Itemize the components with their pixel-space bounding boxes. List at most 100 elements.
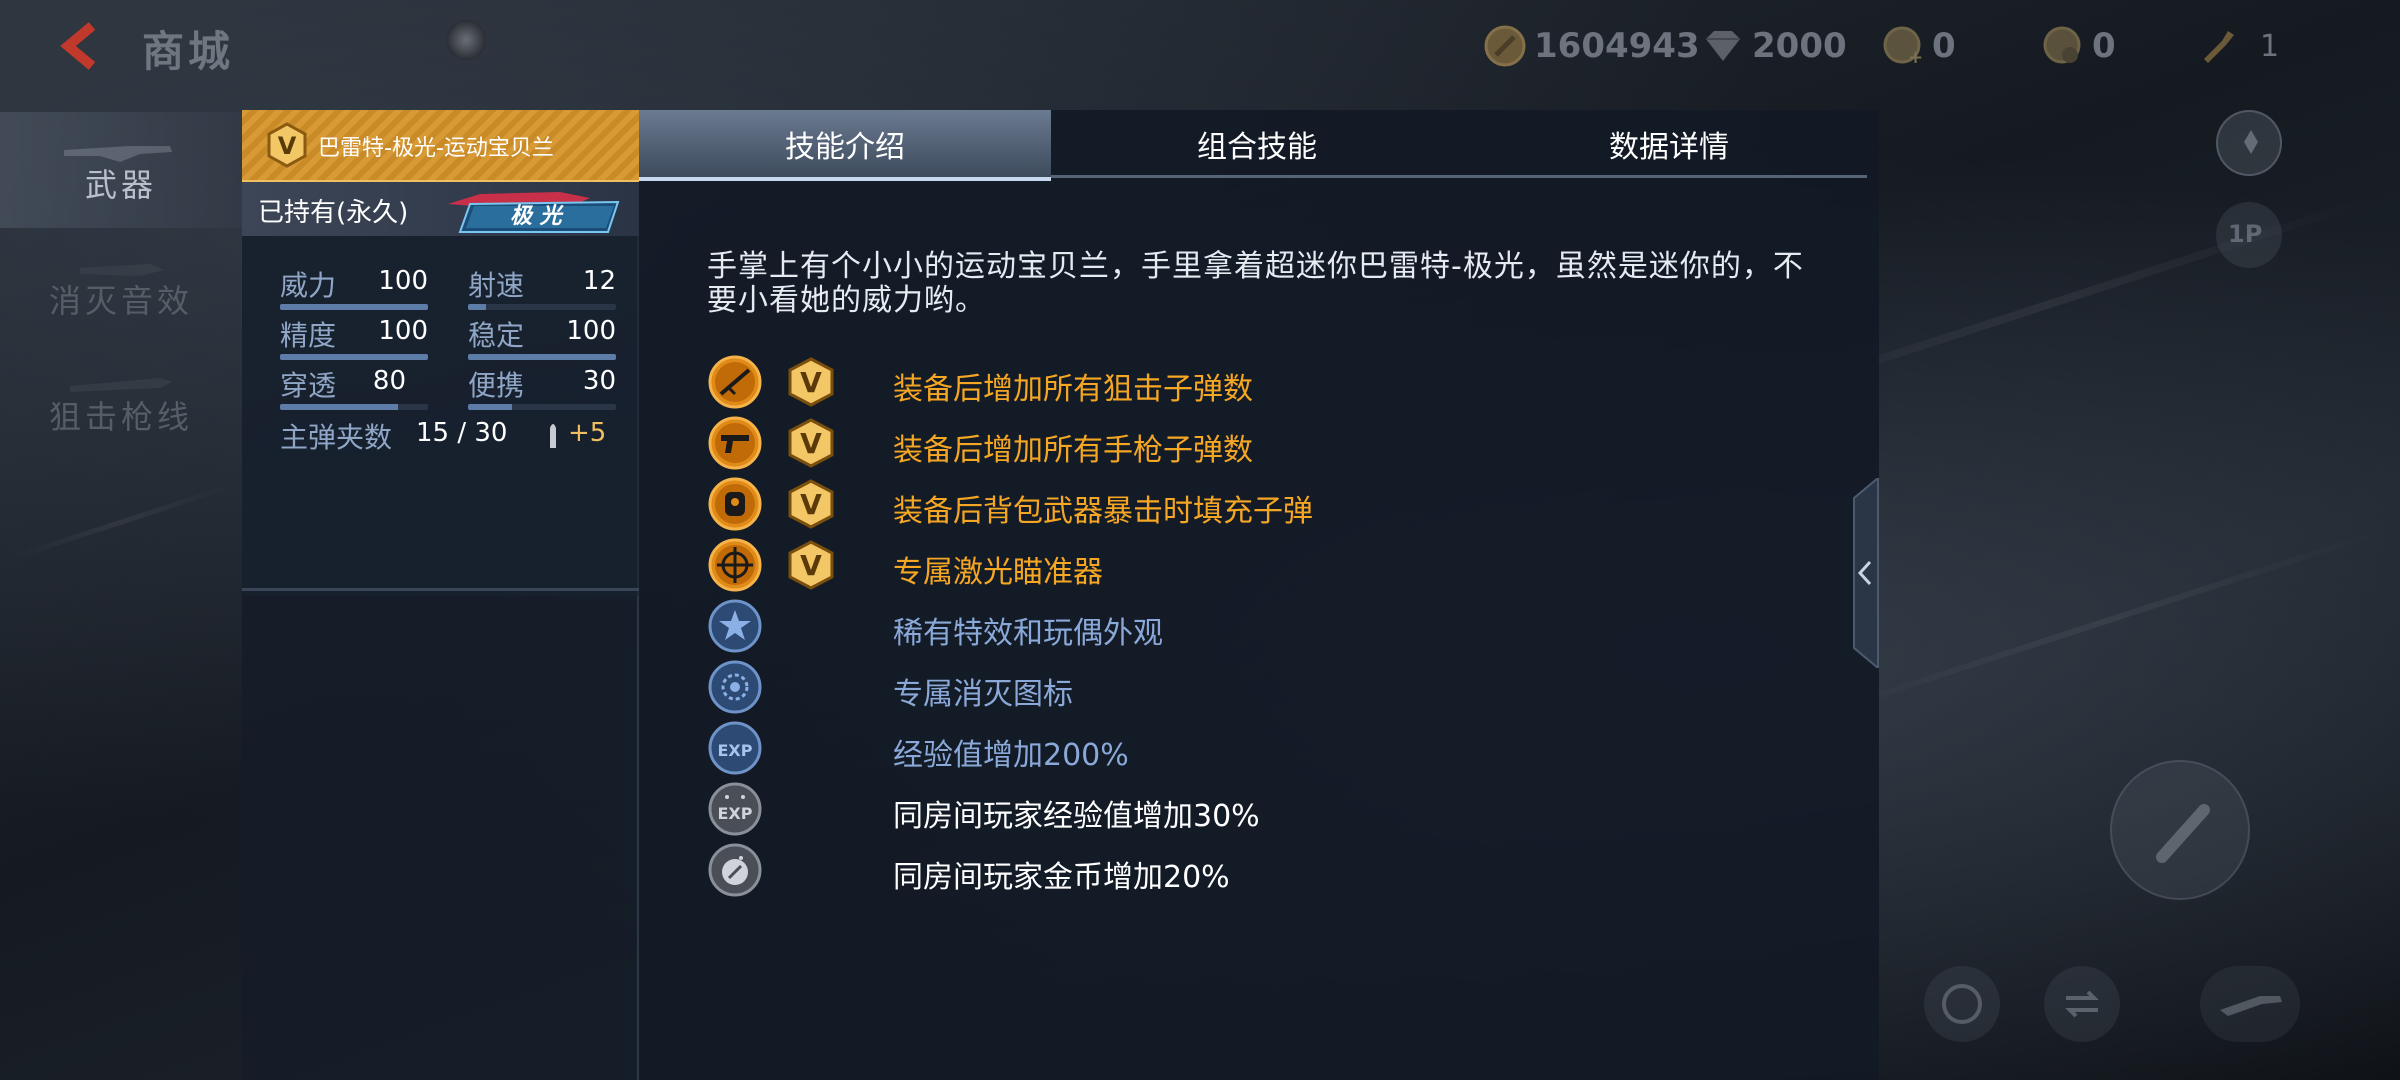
skill-row: 稀有特效和玩偶外观 — [707, 598, 1807, 656]
skill-text: 经验值增加200% — [893, 738, 1129, 773]
stat-accuracy: 精度 100 — [280, 314, 428, 364]
back-arrow-icon — [60, 22, 96, 70]
svg-text:V: V — [278, 132, 297, 160]
tab-label: 数据详情 — [1609, 130, 1729, 165]
weapon-stats: 威力 100 射速 12 精度 100 稳定 100 穿透 80 便携 30 主… — [242, 236, 639, 596]
menu-item-kill-sound[interactable]: 消灭音效 — [0, 228, 242, 344]
stat-bar-fill — [280, 354, 428, 360]
top-bar: 商城 1604943 2000 + 0 0 1 — [0, 0, 2400, 92]
vip-v-icon: V — [788, 357, 834, 407]
vip-v-icon: V — [267, 122, 307, 168]
svg-text:V: V — [800, 427, 822, 460]
svg-text:V: V — [800, 488, 822, 521]
stat-bar-fill — [468, 304, 486, 310]
stat-bar-fill — [468, 404, 513, 410]
page-title: 商城 — [142, 27, 235, 76]
kill-mark-icon — [708, 660, 762, 714]
currency-horn[interactable]: 1 — [2196, 22, 2279, 70]
stat-bar-fill — [280, 304, 428, 310]
rifle-silhouette-icon — [64, 146, 172, 162]
stat-portability: 便携 30 — [468, 364, 616, 414]
gold-amount: 1604943 — [1534, 26, 1700, 66]
stat-bar — [468, 354, 616, 360]
background-streak — [5, 483, 235, 562]
stat-label: 便携 — [468, 369, 525, 402]
skill-row: EXP 经验值增加200% — [707, 720, 1807, 778]
svg-text:V: V — [800, 366, 822, 399]
stat-value: 100 — [378, 316, 428, 346]
medal-icon — [2043, 26, 2081, 64]
svg-text:V: V — [800, 549, 822, 582]
first-person-button[interactable]: 1P — [2216, 202, 2282, 268]
stat-bar-fill — [468, 354, 616, 360]
stat-value: 100 — [566, 316, 616, 346]
menu-item-sniper-line[interactable]: 狙击枪线 — [0, 344, 242, 460]
kill-sound-icon — [80, 264, 164, 276]
exp-icon: EXP — [708, 721, 762, 775]
stat-value: 80 — [372, 366, 406, 396]
tab-data-details[interactable]: 数据详情 — [1463, 110, 1875, 178]
record-dot-icon[interactable] — [446, 20, 486, 60]
skill-text: 稀有特效和玩偶外观 — [893, 616, 1163, 651]
stat-label: 稳定 — [468, 319, 525, 352]
vip-v-icon: V — [788, 418, 834, 468]
crosshair-icon — [708, 538, 762, 592]
backpack-crit-icon — [708, 477, 762, 531]
diamond-amount: 2000 — [1752, 26, 1847, 66]
skill-text: 装备后增加所有狙击子弹数 — [893, 372, 1253, 407]
stat-label: 射速 — [468, 269, 525, 302]
skill-text: 装备后增加所有手枪子弹数 — [893, 433, 1253, 468]
dpad-button[interactable] — [2216, 110, 2282, 176]
menu-item-weapon[interactable]: 武器 — [0, 112, 242, 228]
sniper-line-icon — [70, 378, 172, 392]
vip-v-icon: V — [788, 479, 834, 529]
magazine-label: 主弹夹数 — [280, 421, 393, 454]
stat-value: 12 — [582, 266, 616, 296]
skill-text: 装备后背包武器暴击时填充子弹 — [893, 494, 1313, 529]
svg-text:+: + — [1908, 47, 1923, 68]
currency-ticket[interactable]: + 0 — [1880, 22, 1956, 70]
back-button[interactable] — [52, 18, 112, 74]
skill-text: 同房间玩家金币增加20% — [893, 860, 1230, 895]
tab-bar: 技能介绍 组合技能 数据详情 — [639, 110, 1867, 181]
sniper-scope-icon — [2220, 996, 2282, 1016]
weapon-info-panel: V 巴雷特-极光-运动宝贝兰 已持有(永久) 极 光 威力 100 射速 12 … — [242, 110, 639, 1080]
skill-row: V 专属激光瞄准器 — [707, 537, 1807, 595]
diamond-icon — [1706, 31, 1740, 61]
sniper-toggle-button[interactable] — [2200, 966, 2300, 1042]
room-exp-icon: EXP — [708, 782, 762, 836]
stat-label: 威力 — [280, 269, 337, 302]
magazine-bonus: +5 — [568, 418, 607, 448]
tab-skill-intro[interactable]: 技能介绍 — [639, 110, 1051, 181]
bullet-icon — [2156, 804, 2210, 863]
magazine-value: 15 / 30 — [416, 418, 508, 448]
stat-value: 30 — [582, 366, 616, 396]
stat-fire-rate: 射速 12 — [468, 264, 616, 314]
stat-bar — [280, 404, 428, 410]
background-streak — [1813, 527, 2387, 719]
currency-gold[interactable]: 1604943 — [1482, 22, 1700, 70]
skill-text: 专属消灭图标 — [893, 677, 1073, 712]
svg-text:EXP: EXP — [718, 741, 753, 760]
tab-label: 组合技能 — [1197, 130, 1317, 165]
swap-weapon-button[interactable] — [1924, 966, 2000, 1042]
sniper-rifle-icon — [708, 355, 762, 409]
ammo-reload-button[interactable] — [2110, 760, 2250, 900]
ownership-row: 已持有(永久) 极 光 — [242, 182, 639, 236]
currency-diamond[interactable]: 2000 — [1700, 22, 1847, 70]
skill-row: V 装备后背包武器暴击时填充子弹 — [707, 476, 1807, 534]
skill-text: 同房间玩家经验值增加30% — [893, 799, 1260, 834]
stat-bar — [280, 304, 428, 310]
currency-medal[interactable]: 0 — [2040, 22, 2116, 70]
gold-coin-icon — [1484, 25, 1526, 67]
tab-combo-skills[interactable]: 组合技能 — [1051, 110, 1463, 178]
stat-bar — [468, 304, 616, 310]
tab-label: 技能介绍 — [785, 130, 905, 165]
aurora-badge-text: 极 光 — [510, 204, 562, 229]
svg-text:EXP: EXP — [718, 804, 753, 823]
switch-button[interactable] — [2044, 966, 2120, 1042]
collapse-panel-button[interactable] — [1848, 478, 1880, 668]
weapon-header: V 巴雷特-极光-运动宝贝兰 — [242, 110, 639, 182]
bullet-icon — [550, 424, 556, 448]
first-person-icon: 1P — [2228, 220, 2263, 248]
